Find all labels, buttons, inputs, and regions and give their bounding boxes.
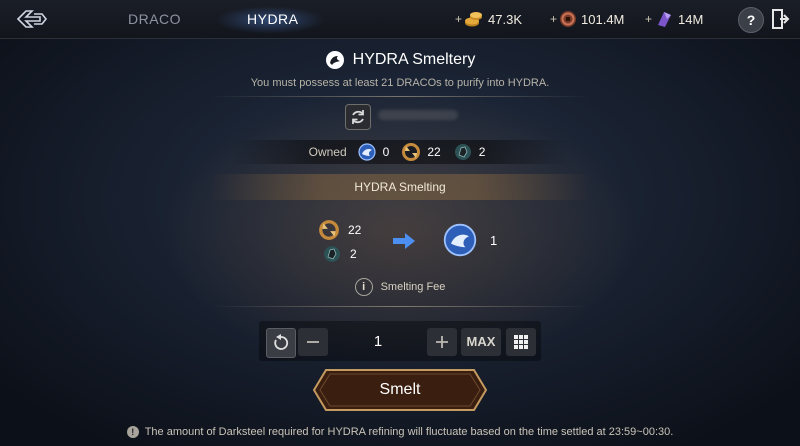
exit-door-icon [772,9,790,29]
plus-icon [436,336,448,348]
divider [210,96,590,97]
minus-icon [307,341,319,343]
dragon-fang-icon [402,143,421,161]
gold-amount: 47.3K [488,11,522,27]
hydra-emblem-icon [325,51,344,69]
gold-coins-icon [465,12,483,27]
ingredient-ore: 2 [322,244,357,264]
dragon-fang-icon [319,220,339,240]
ingredient-fang-amount: 22 [348,223,362,237]
copper-amount: 101.4M [581,11,625,27]
footer-note: ! The amount of Darksteel required for H… [0,426,800,438]
keypad-button[interactable] [506,328,536,356]
currency-copper[interactable]: + 101.4M [550,10,624,28]
reset-quantity-button[interactable] [266,328,296,358]
plus-sign: + [455,12,463,26]
result-amount: 1 [490,232,498,248]
decrease-button[interactable] [298,328,328,356]
help-button[interactable]: ? [738,7,764,33]
purple-crystal-icon [658,12,672,27]
back-arrow-icon [16,10,48,28]
requirement-text: You must possess at least 21 DRACOs to p… [250,77,550,89]
divider [210,306,590,307]
plus-sign: + [550,12,558,26]
quantity-value[interactable]: 1 [340,328,416,356]
footer-note-text: The amount of Darksteel required for HYD… [144,426,674,438]
copper-coin-icon [560,11,577,27]
tab-hydra[interactable]: HYDRA [247,11,299,27]
page-title: HYDRA Smeltery [352,51,476,68]
smelting-fee[interactable]: i Smelting Fee [0,278,800,296]
section-title: HYDRA Smelting [210,174,590,200]
darksteel-ore-icon [454,144,471,160]
smelt-result: 1 [442,222,497,258]
owned-label: Owned [308,145,347,159]
hydra-orb-icon [358,143,376,161]
refresh-button[interactable] [345,104,371,130]
smelt-button[interactable]: Smelt [316,371,484,409]
hydra-orb-icon [443,223,477,257]
keypad-grid-icon [514,335,528,349]
darksteel-ore-icon [324,246,340,262]
owned-fang-count: 22 [427,145,441,159]
currency-gold[interactable]: + 47.3K [455,10,522,28]
owned-hydra-count: 0 [382,145,390,159]
increase-button[interactable] [427,328,457,356]
info-icon[interactable]: i [354,278,373,296]
ingredient-fang: 22 [318,219,361,241]
exit-button[interactable] [772,8,790,30]
panel-header: HYDRA Smeltery [0,50,800,70]
back-button[interactable] [10,6,50,32]
top-bar: DRACO HYDRA + 47.3K + 101.4M + 14M ? [0,0,800,39]
arrow-right-icon [393,233,415,249]
max-button[interactable]: MAX [461,328,501,356]
smelting-fee-label: Smelting Fee [380,281,446,293]
currency-crystal[interactable]: + 14M [645,10,703,28]
owned-ore-count: 2 [478,145,486,159]
reset-icon [274,334,289,350]
notice-icon: ! [126,426,139,438]
crystal-amount: 14M [678,11,704,27]
ingredient-ore-amount: 2 [350,247,357,261]
owned-bar: Owned 0 22 2 [230,140,570,164]
tab-draco[interactable]: DRACO [128,11,181,27]
plus-sign: + [645,12,653,26]
blurred-character-name [378,110,458,120]
refresh-icon [352,110,364,124]
